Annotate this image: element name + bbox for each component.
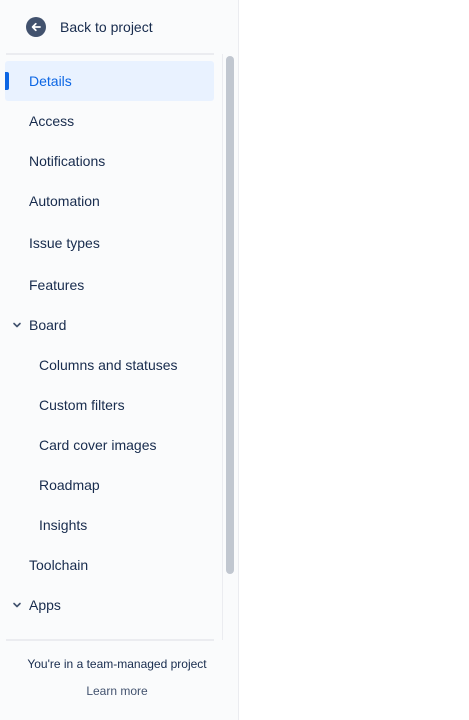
arrow-left-circle-icon — [26, 17, 46, 37]
chevron-down-icon[interactable] — [12, 320, 22, 330]
sidebar-item-label: Apps — [29, 597, 61, 613]
sidebar-item-card-cover-images[interactable]: Card cover images — [5, 425, 214, 465]
sidebar-item-details[interactable]: Details — [5, 61, 214, 101]
sidebar-item-automation[interactable]: Automation — [5, 181, 214, 221]
sidebar-item-label: Access — [29, 113, 75, 129]
sidebar-divider — [6, 53, 214, 55]
sidebar-item-roadmap[interactable]: Roadmap — [5, 465, 214, 505]
project-type-note: You're in a team-managed project — [27, 657, 207, 671]
sidebar-item-custom-filters[interactable]: Custom filters — [5, 385, 214, 425]
main-content — [240, 0, 469, 720]
sidebar-item-label: Features — [29, 277, 85, 293]
sidebar-item-toolchain[interactable]: Toolchain — [5, 545, 214, 585]
sidebar-item-label: Card cover images — [39, 437, 157, 453]
active-indicator — [5, 72, 9, 90]
sidebar-item-label: Board — [29, 317, 67, 333]
project-settings-sidebar: Back to project Details Access Notificat… — [0, 0, 239, 720]
sidebar-item-features[interactable]: Features — [5, 265, 214, 305]
sidebar-item-label: Automation — [29, 193, 100, 209]
sidebar-item-label: Columns and statuses — [39, 357, 178, 373]
sidebar-item-label: Custom filters — [39, 397, 125, 413]
sidebar-item-label: Insights — [39, 517, 88, 533]
sidebar-item-columns-and-statuses[interactable]: Columns and statuses — [5, 345, 214, 385]
sidebar-item-label: Toolchain — [29, 557, 89, 573]
sidebar-item-issue-types[interactable]: Issue types — [5, 223, 214, 263]
sidebar-item-label: Roadmap — [39, 477, 100, 493]
sidebar-item-access[interactable]: Access — [5, 101, 214, 141]
sidebar-item-apps[interactable]: Apps — [5, 585, 214, 625]
sidebar-footer-divider — [6, 639, 214, 641]
sidebar-item-insights[interactable]: Insights — [5, 505, 214, 545]
back-to-project-button[interactable]: Back to project — [0, 0, 238, 54]
sidebar-item-label: Details — [29, 73, 72, 89]
sidebar-item-label: Issue types — [29, 235, 100, 251]
learn-more-link[interactable]: Learn more — [0, 684, 234, 698]
sidebar-item-notifications[interactable]: Notifications — [5, 141, 214, 181]
chevron-down-icon[interactable] — [12, 600, 22, 610]
sidebar-item-label: Notifications — [29, 153, 106, 169]
back-to-project-label: Back to project — [60, 19, 153, 35]
sidebar-scrollbar-thumb[interactable] — [226, 56, 234, 574]
sidebar-item-board[interactable]: Board — [5, 305, 214, 345]
